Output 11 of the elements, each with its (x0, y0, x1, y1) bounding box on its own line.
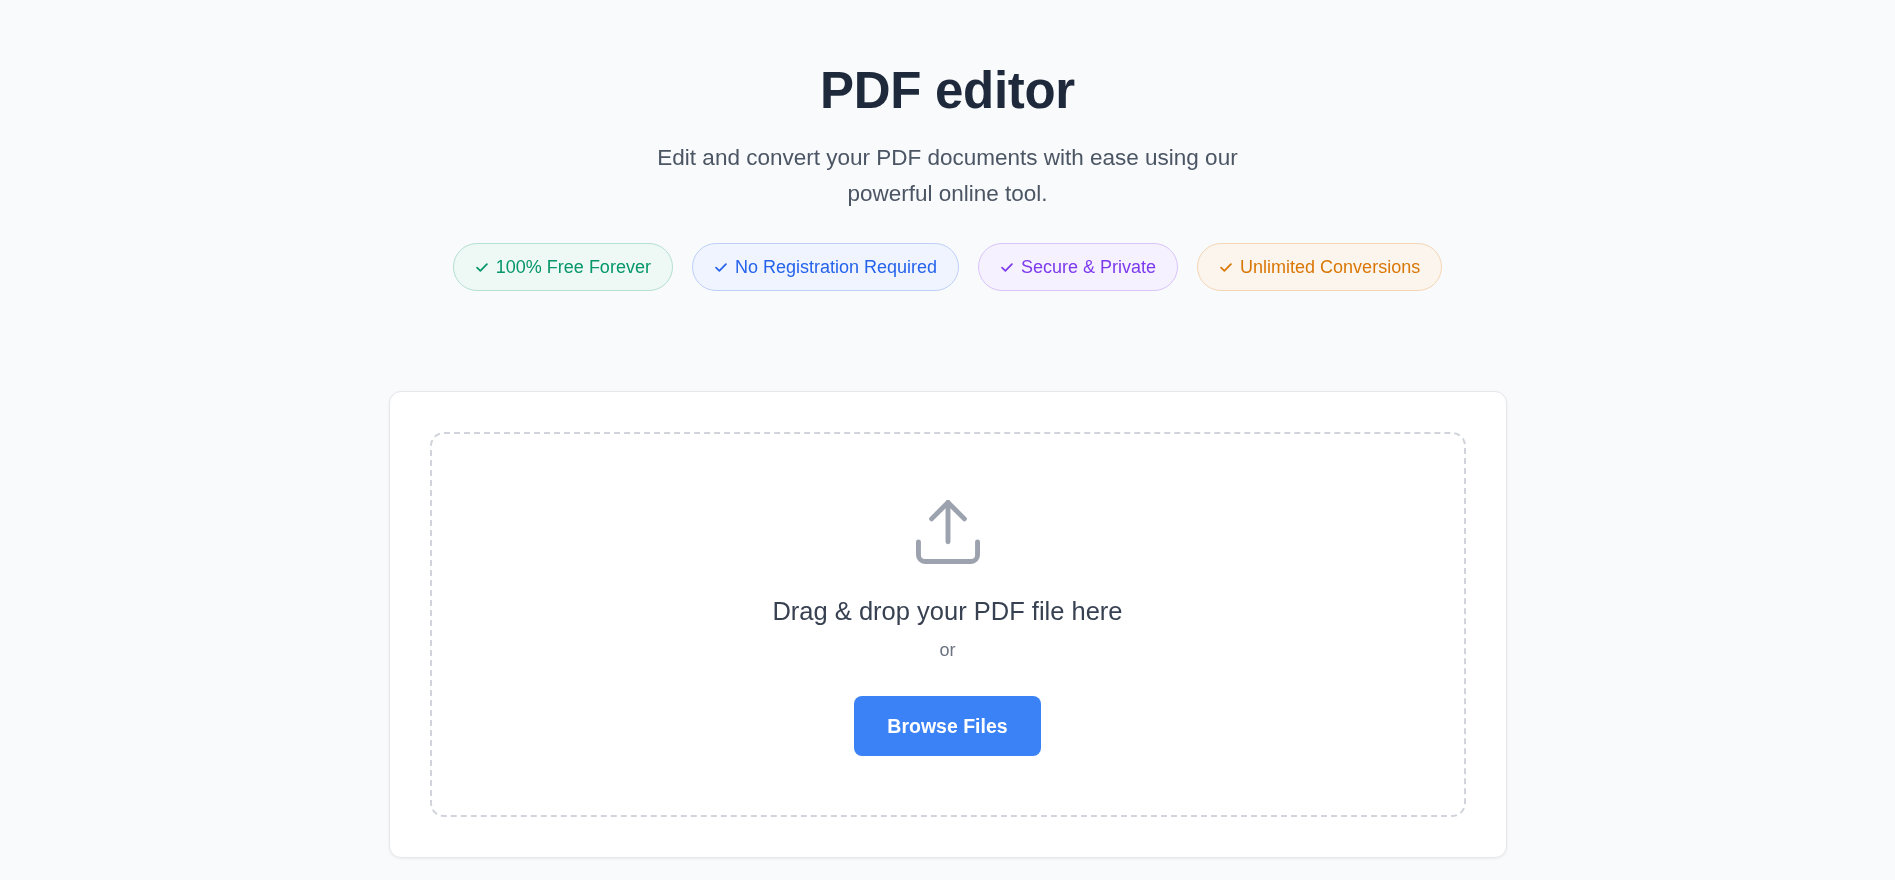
feature-label: Secure & Private (1021, 256, 1157, 278)
browse-files-button[interactable]: Browse Files (854, 696, 1041, 756)
drop-prompt: Drag & drop your PDF file here (772, 596, 1123, 626)
or-separator: or (939, 639, 956, 662)
page-subtitle: Edit and convert your PDF documents with ease using our powerful online tool. (656, 144, 1239, 208)
feature-label: No Registration Required (734, 256, 937, 278)
feature-label: 100% Free Forever (495, 256, 651, 278)
page-title: PDF editor (820, 62, 1075, 120)
file-drop-zone[interactable]: Drag & drop your PDF file here or Browse Files (429, 432, 1466, 817)
upload-icon (915, 500, 980, 564)
feature-label: Unlimited Conversions (1240, 256, 1421, 278)
